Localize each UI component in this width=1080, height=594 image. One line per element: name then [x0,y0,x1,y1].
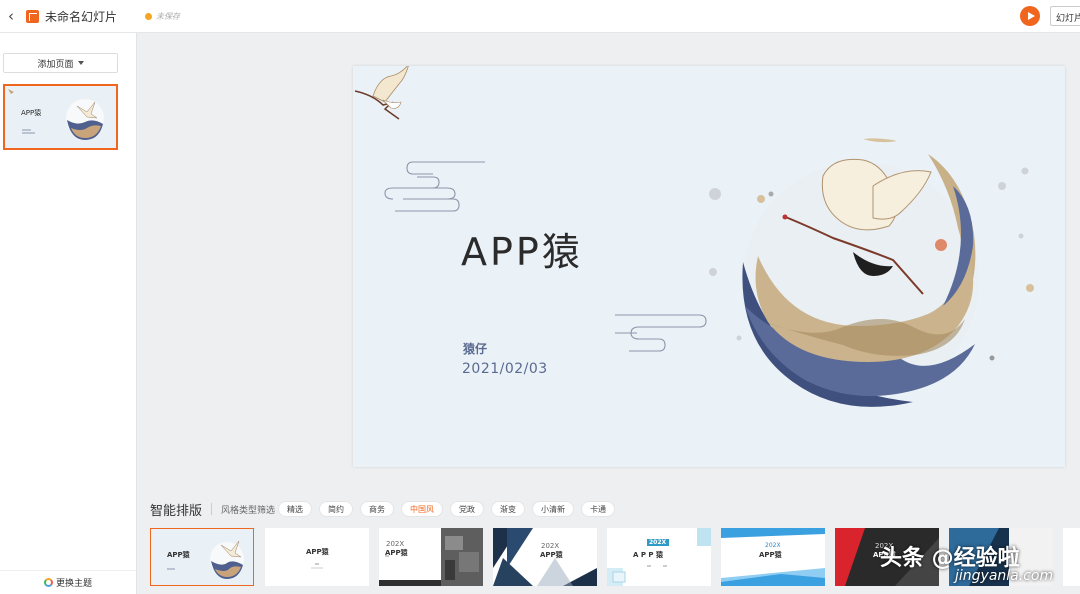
layout-option[interactable]: 202X APP猿 [721,528,825,586]
filter-chip[interactable]: 党政 [450,501,484,517]
divider [211,503,212,515]
slide-canvas[interactable]: APP猿 猿仔 2021/02/03 [353,66,1065,467]
layout-option[interactable]: 202X APP猿 [493,528,597,586]
layout-option[interactable]: APP猿 [150,528,254,586]
unsaved-dot-icon [145,12,153,20]
play-icon[interactable] [1020,6,1040,26]
watermark-url: jingyanla.com [955,568,1054,584]
filter-chip[interactable]: 商务 [360,501,394,517]
filter-chip-active[interactable]: 中国风 [401,501,443,517]
document-title[interactable]: 未命名幻灯片 [45,8,117,25]
filter-chip[interactable]: 渐变 [491,501,525,517]
layout-title: APP猿 [167,551,190,559]
style-filter-label: 风格类型筛选 [221,506,276,516]
filter-chip[interactable]: 精选 [278,501,312,517]
slide-date[interactable]: 2021/02/03 [462,361,548,377]
save-status: 未保存 [145,11,180,22]
layout-year: 202X [541,542,560,550]
style-filter-chips: 精选 简约 商务 中国风 党政 渐变 小清新 卡通 [278,501,615,517]
change-theme-label: 更换主题 [55,579,92,589]
layout-year: 202X [386,540,405,548]
change-theme-button[interactable]: 更换主题 [0,570,136,594]
filter-chip[interactable]: 卡通 [581,501,615,517]
cloud-pattern-left [384,161,485,212]
add-page-button[interactable]: 添加页面 [3,53,118,73]
layout-option[interactable]: APP猿 [265,528,369,586]
cloud-pattern-center [615,314,707,352]
back-icon[interactable]: ‹ [0,0,22,33]
add-page-label: 添加页面 [37,59,74,70]
layout-year: 202X [765,542,781,549]
thumbnail-title: APP猿 [21,108,41,117]
layout-option[interactable]: 202X A P P 猿 [607,528,711,586]
slide-panel: 添加页面 APP猿 更换主题 [0,33,137,594]
chevron-down-icon [77,61,84,65]
layout-option[interactable]: 202X APP猿 [379,528,483,586]
layout-title: APP猿 [540,551,563,559]
slide-title[interactable]: APP猿 [461,221,583,276]
save-status-text: 未保存 [156,11,181,21]
slide-artwork [354,66,1034,407]
filter-chip[interactable]: 简约 [319,501,353,517]
layout-title: APP猿 [385,549,408,557]
app-logo-icon [26,9,39,23]
top-bar: ‹ 未命名幻灯片 未保存 幻灯片 [0,0,1080,33]
slideshow-button[interactable]: 幻灯片 [1050,6,1080,26]
layout-title: APP猿 [759,551,782,559]
slide-subtitle[interactable]: 猿仔 [463,340,487,357]
filter-chip[interactable]: 小清新 [532,501,574,517]
layout-title: A P P 猿 [633,551,663,559]
layout-year: 202X [649,539,667,546]
smart-layout-label: 智能排版 [150,504,203,519]
layout-option[interactable] [1063,528,1080,586]
thumbnail-art: APP猿 [5,86,116,148]
small-crane-icon [354,66,409,120]
slide-thumbnail[interactable]: APP猿 [3,84,118,150]
theme-palette-icon [43,578,53,587]
